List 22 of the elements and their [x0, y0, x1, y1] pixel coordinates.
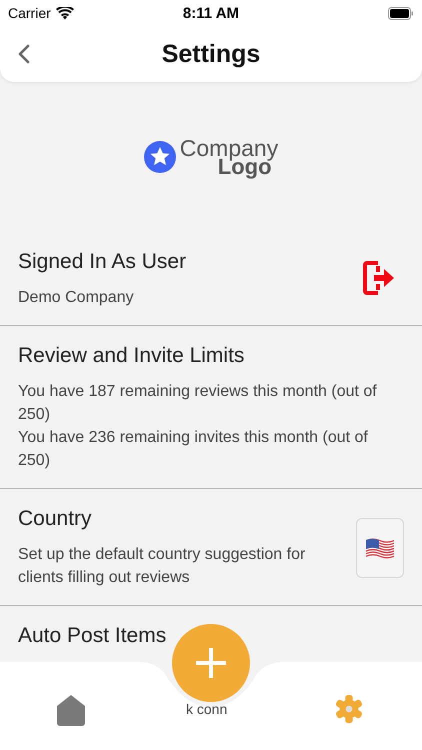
home-icon	[56, 694, 86, 726]
section-description: You have 236 remaining invites this month (out of 250)	[18, 428, 369, 471]
screen-title: Settings	[162, 40, 260, 68]
section-title: Review and Invite Limits	[18, 344, 246, 368]
section-description: k conn	[186, 701, 228, 717]
country-button[interactable]	[356, 518, 404, 578]
section-description: You have 187 remaining reviews this month (out of 250)	[18, 382, 378, 425]
wifi-icon	[56, 6, 74, 20]
battery-icon	[388, 6, 414, 20]
section-title: Country	[18, 507, 93, 531]
section-title: Auto Post Items	[18, 624, 168, 648]
back-icon	[18, 44, 30, 64]
settings-icon	[334, 694, 364, 724]
flag-icon	[365, 537, 395, 559]
carrier-name: Carrier	[8, 5, 51, 21]
plus-icon	[194, 646, 228, 680]
status-time: 8:11 AM	[182, 4, 240, 22]
section-description: Demo Company	[18, 288, 135, 308]
sign-out-icon	[362, 259, 396, 297]
home-tab[interactable]	[56, 694, 86, 729]
section-title: Signed In As User	[18, 250, 188, 274]
section-description: Set up the default country suggestion for clients filling out reviews	[18, 545, 306, 588]
